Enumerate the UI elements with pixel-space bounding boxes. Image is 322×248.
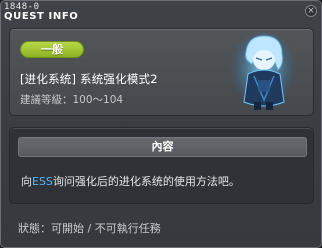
category-badge: 一般 bbox=[20, 41, 84, 58]
quest-name: [进化系统] 系统强化模式2 bbox=[20, 72, 158, 86]
window-title: QUEST INFO bbox=[4, 11, 79, 22]
npc-name-link[interactable]: ESS bbox=[32, 175, 53, 188]
npc-portrait-icon bbox=[229, 32, 297, 112]
content-text-suffix: 询问强化后的进化系统的使用方法吧。 bbox=[52, 175, 240, 188]
quest-summary-panel: 一般 [进化系统] 系统强化模式2 建議等級：100～104 bbox=[9, 28, 314, 116]
content-text-prefix: 向 bbox=[21, 175, 32, 188]
content-panel: 內容 向ESS询问强化后的进化系统的使用方法吧。 bbox=[9, 127, 314, 204]
quest-info-window: 1848-0 QUEST INFO × 一般 [进化系统] 系统强化模式2 建議… bbox=[0, 0, 322, 248]
content-description: 向ESS询问强化后的进化系统的使用方法吧。 bbox=[21, 173, 240, 189]
content-header: 內容 bbox=[18, 137, 307, 157]
quest-status: 狀態：可開始 / 不可執行任務 bbox=[18, 222, 161, 235]
recommended-level: 建議等級：100～104 bbox=[20, 94, 124, 106]
close-button[interactable]: × bbox=[305, 5, 317, 17]
